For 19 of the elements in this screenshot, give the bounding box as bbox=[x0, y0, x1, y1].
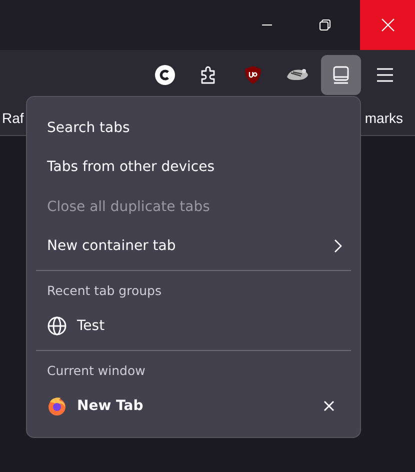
bookmarks-label[interactable]: marks bbox=[364, 110, 403, 126]
menu-item[interactable]: Tabs from other devices bbox=[36, 147, 351, 187]
tab-list-icon bbox=[331, 65, 351, 85]
shield-icon bbox=[243, 65, 263, 85]
menu-item[interactable]: New container tab bbox=[36, 226, 351, 266]
close-icon[interactable] bbox=[323, 400, 335, 412]
close-icon bbox=[380, 18, 394, 32]
tab-item[interactable]: New Tab bbox=[36, 386, 351, 426]
section-heading: Current window bbox=[46, 362, 146, 380]
fox-logo-icon bbox=[47, 396, 67, 416]
menu-item[interactable]: Search tabs bbox=[36, 108, 351, 148]
section-heading: Recent tab groups bbox=[46, 282, 162, 300]
bookmark-item[interactable]: Raf bbox=[2, 110, 24, 126]
tab-group-item[interactable]: Test bbox=[36, 306, 351, 346]
restore-icon bbox=[319, 19, 331, 31]
globe-icon bbox=[47, 316, 67, 336]
menu-icon bbox=[376, 67, 394, 83]
toolbar-button[interactable] bbox=[321, 55, 361, 95]
letter-circle-icon bbox=[155, 65, 175, 85]
